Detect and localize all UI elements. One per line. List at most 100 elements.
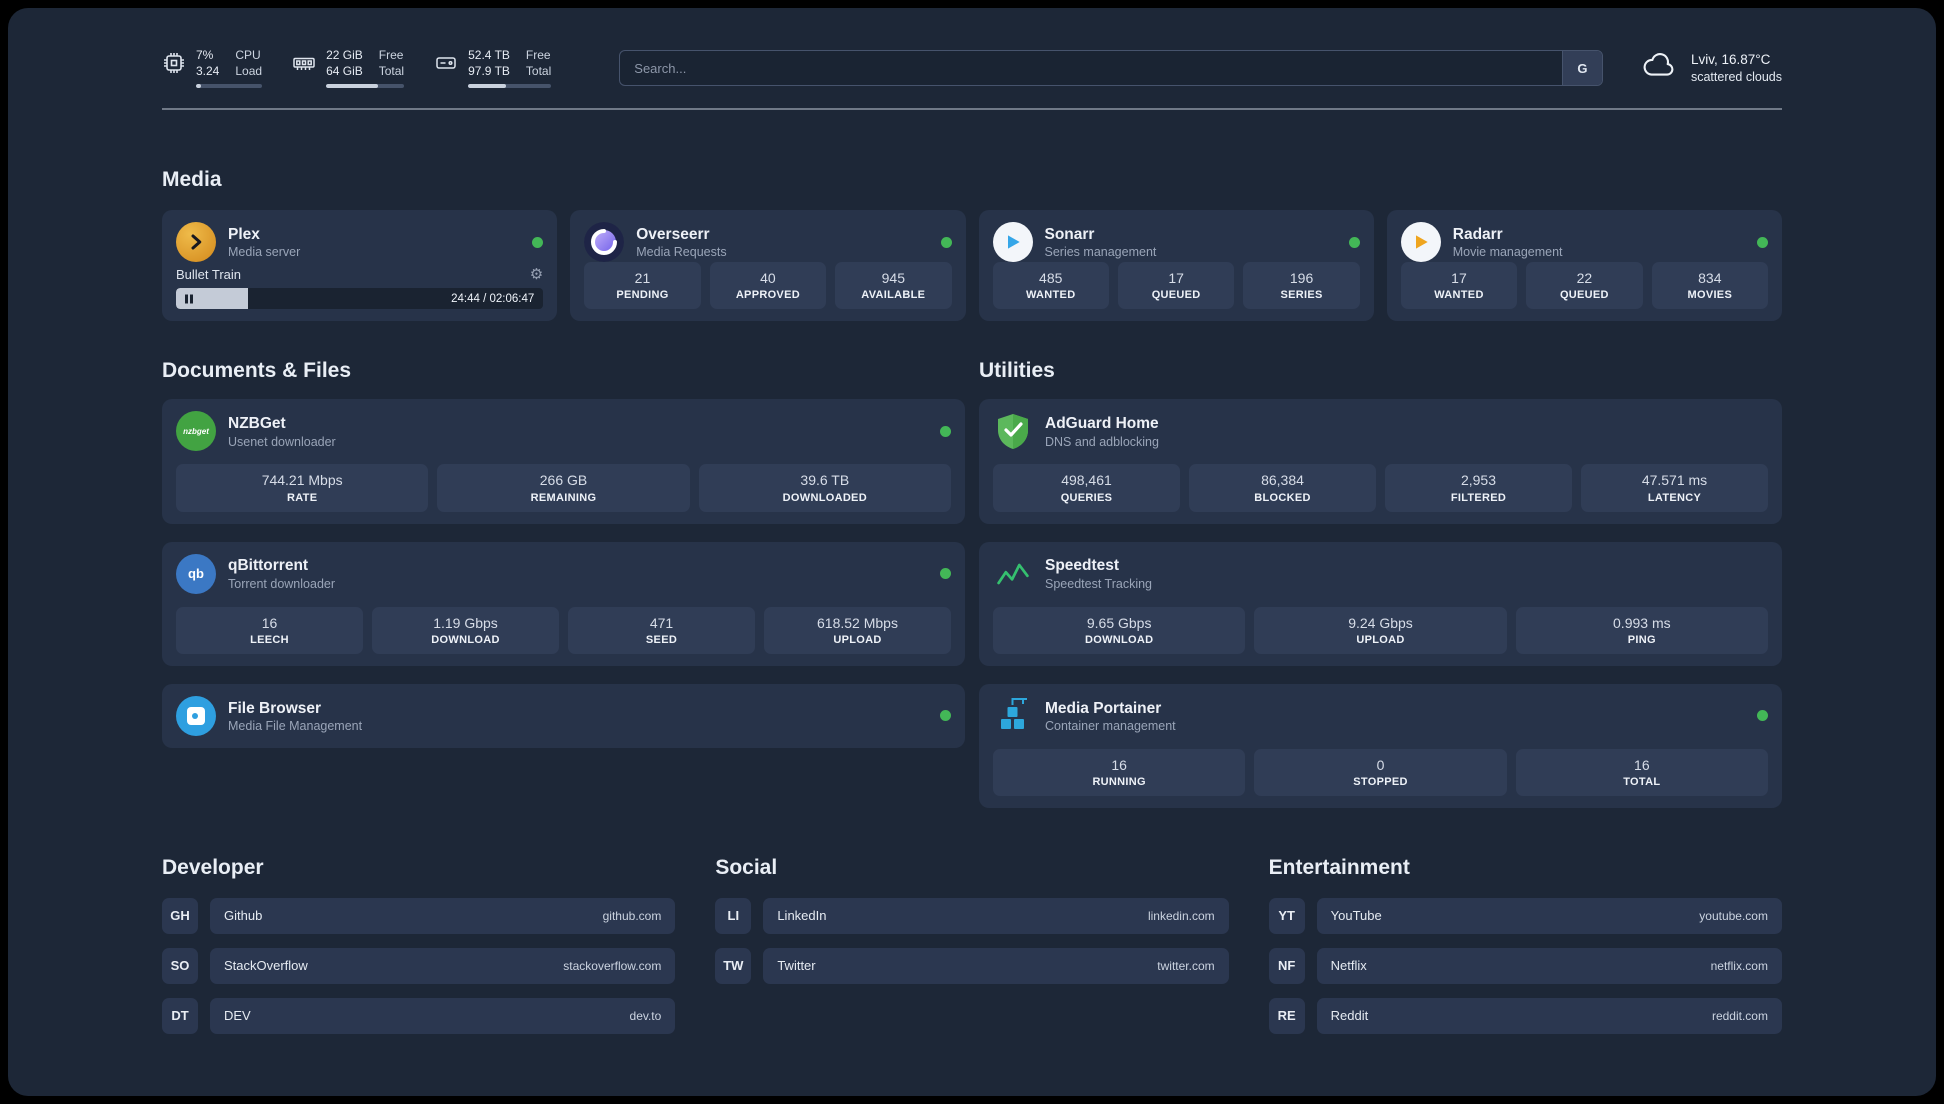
app-desc: Media Requests: [636, 245, 727, 260]
stat-tile: 618.52 Mbps UPLOAD: [764, 606, 951, 654]
stat-value: 17: [1451, 270, 1467, 287]
stat-value: 196: [1289, 270, 1314, 287]
search-input[interactable]: [619, 50, 1603, 87]
app-name: NZBGet: [228, 415, 286, 433]
stat-tile: 744.21 Mbps RATE: [176, 464, 429, 512]
bookmark-link[interactable]: LinkedIn linkedin.com: [763, 897, 1229, 934]
disk-free-label: Free: [525, 48, 551, 62]
bookmark-name: LinkedIn: [777, 908, 827, 924]
stat-value: 744.21 Mbps: [261, 472, 343, 489]
status-dot: [940, 425, 951, 437]
bookmark-link[interactable]: StackOverflow stackoverflow.com: [210, 947, 676, 984]
app-card-adguard[interactable]: AdGuard Home DNS and adblocking 498,461 …: [979, 399, 1782, 524]
bookmark-url: netflix.com: [1710, 958, 1768, 973]
stat-label: LEECH: [250, 633, 289, 646]
disk-progress-bar: [468, 84, 552, 89]
stat-label: SEED: [645, 633, 678, 646]
app-desc: Speedtest Tracking: [1045, 576, 1153, 591]
app-desc: Media File Management: [228, 718, 363, 733]
cpu-load-value: 3.24: [196, 63, 220, 78]
adguard-shield-icon: [993, 411, 1033, 451]
stat-value: 39.6 TB: [800, 472, 850, 489]
stat-label: MOVIES: [1687, 289, 1733, 302]
search-engine-button[interactable]: G: [1561, 51, 1602, 86]
bookmark-link[interactable]: DEV dev.to: [210, 997, 676, 1034]
nzbget-icon: nzbget: [176, 411, 216, 452]
cpu-progress-bar: [196, 84, 263, 89]
gear-icon[interactable]: ⚙: [530, 267, 543, 282]
media-grid: Plex Media server Bullet Train ⚙ 24:44 /…: [162, 210, 1782, 322]
status-dot: [1348, 236, 1360, 248]
playback-progress-bar[interactable]: 24:44 / 02:06:47: [176, 288, 544, 310]
qbittorrent-icon: qb: [176, 553, 216, 594]
stat-label: QUEUED: [1559, 289, 1609, 302]
documents-column: Documents & Files nzbget NZBGet Usenet d…: [162, 327, 965, 748]
stat-value: 17: [1168, 270, 1184, 287]
bookmark-group-entertainment: Entertainment YT YouTube youtube.com NF …: [1268, 856, 1782, 1048]
main-columns: Documents & Files nzbget NZBGet Usenet d…: [162, 327, 1782, 808]
bookmark-abbr[interactable]: LI: [715, 897, 752, 934]
cloud-icon: [1641, 51, 1679, 86]
disk-icon: [434, 51, 458, 75]
stat-tile: 17 WANTED: [1400, 262, 1518, 310]
app-card-plex[interactable]: Plex Media server Bullet Train ⚙ 24:44 /…: [162, 210, 558, 322]
app-card-filebrowser[interactable]: File Browser Media File Management: [162, 683, 965, 748]
app-name: Speedtest: [1045, 557, 1120, 575]
ram-free-label: Free: [378, 48, 404, 62]
sonarr-icon: [992, 222, 1033, 263]
stat-label: UPLOAD: [1356, 633, 1405, 646]
filebrowser-icon: [176, 695, 216, 736]
ram-icon: [292, 51, 316, 75]
app-card-nzbget[interactable]: nzbget NZBGet Usenet downloader 744.21 M…: [162, 399, 965, 524]
stat-tile: 2,953 FILTERED: [1385, 464, 1572, 512]
app-card-speedtest[interactable]: Speedtest Speedtest Tracking 9.65 Gbps D…: [979, 541, 1782, 666]
ram-progress-bar: [326, 84, 405, 89]
disk-total-value: 97.9 TB: [468, 63, 510, 78]
bookmark-abbr[interactable]: GH: [162, 897, 198, 934]
bookmark-abbr[interactable]: NF: [1268, 947, 1305, 984]
playback-time: 24:44 / 02:06:47: [451, 292, 535, 305]
now-playing-title: Bullet Train: [176, 267, 242, 283]
stats-row: 485 WANTED 17 QUEUED 196 SERIES: [992, 262, 1360, 310]
topbar: 7% 3.24 CPU Load 22 GiB 64 GiB Free Tota…: [162, 48, 1782, 89]
stat-label: PENDING: [616, 289, 669, 302]
bookmark-abbr[interactable]: DT: [162, 997, 198, 1034]
stat-label: PING: [1627, 633, 1656, 646]
bookmark-link[interactable]: Netflix netflix.com: [1316, 947, 1782, 984]
stat-label: BLOCKED: [1254, 491, 1311, 504]
pause-icon[interactable]: [185, 294, 193, 304]
stat-tile: 16 TOTAL: [1515, 748, 1768, 796]
bookmark-dev: DT DEV dev.to: [162, 997, 676, 1034]
stat-label: DOWNLOADED: [782, 491, 867, 504]
bookmark-name: Github: [224, 908, 263, 924]
bookmark-abbr[interactable]: RE: [1268, 997, 1305, 1034]
status-dot: [940, 236, 952, 248]
bookmark-url: dev.to: [629, 1008, 662, 1023]
stats-row: 16 RUNNING 0 STOPPED 16 TOTAL: [993, 748, 1768, 796]
app-card-radarr[interactable]: Radarr Movie management 17 WANTED 22 QUE…: [1386, 210, 1782, 322]
stat-value: 9.65 Gbps: [1086, 614, 1152, 631]
status-dot: [1757, 710, 1768, 722]
stat-tile: 485 WANTED: [992, 262, 1109, 310]
bookmark-abbr[interactable]: TW: [715, 947, 752, 984]
app-card-sonarr[interactable]: Sonarr Series management 485 WANTED 17 Q…: [978, 210, 1374, 322]
bookmark-github: GH Github github.com: [162, 897, 676, 934]
stat-value: 1.19 Gbps: [433, 614, 498, 631]
bookmark-name: Twitter: [777, 958, 816, 974]
bookmark-name: DEV: [224, 1008, 251, 1024]
stat-value: 86,384: [1261, 472, 1304, 489]
bookmark-abbr[interactable]: SO: [162, 947, 198, 984]
ram-free-value: 22 GiB: [326, 48, 363, 62]
app-card-portainer[interactable]: Media Portainer Container management 16 …: [979, 683, 1782, 808]
bookmark-abbr[interactable]: YT: [1268, 897, 1305, 934]
bookmark-link[interactable]: Github github.com: [210, 897, 676, 934]
bookmark-link[interactable]: YouTube youtube.com: [1316, 897, 1782, 934]
dashboard-panel: 7% 3.24 CPU Load 22 GiB 64 GiB Free Tota…: [8, 8, 1936, 1096]
app-name: Media Portainer: [1045, 699, 1162, 717]
app-card-qbittorrent[interactable]: qb qBittorrent Torrent downloader 16 LEE…: [162, 541, 965, 666]
bookmark-group-developer: Developer GH Github github.com SO StackO…: [162, 856, 676, 1048]
bookmark-link[interactable]: Twitter twitter.com: [763, 947, 1229, 984]
stat-value: 498,461: [1061, 472, 1112, 489]
bookmark-link[interactable]: Reddit reddit.com: [1316, 997, 1782, 1034]
app-card-overseerr[interactable]: Overseerr Media Requests 21 PENDING 40 A…: [570, 210, 966, 322]
